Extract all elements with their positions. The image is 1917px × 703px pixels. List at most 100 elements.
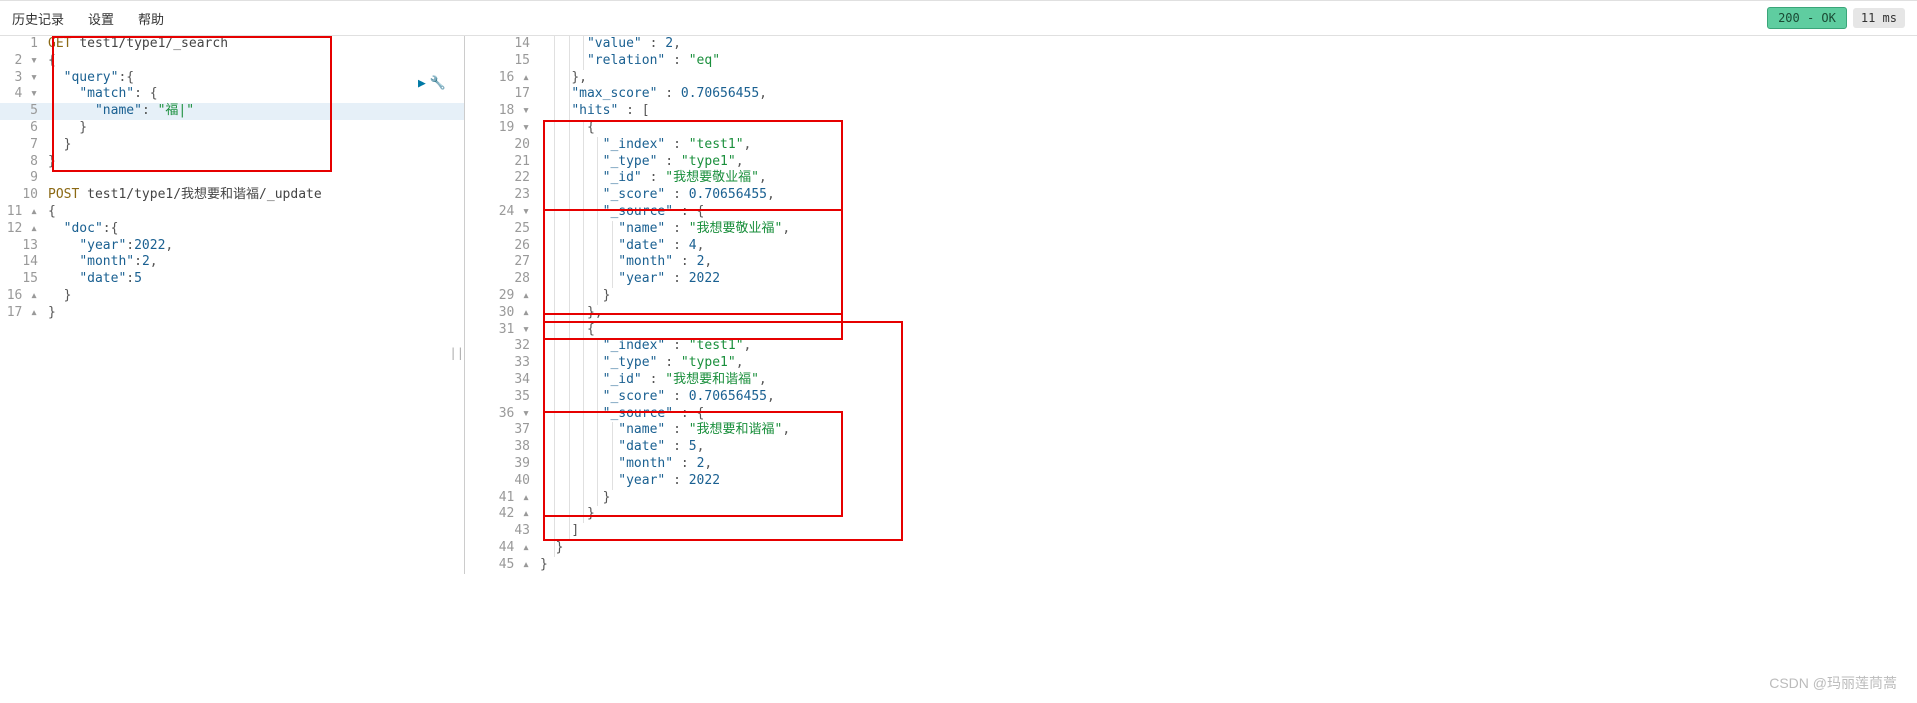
line-number: 3 ▾ bbox=[0, 70, 48, 87]
line-number: 41 ▴ bbox=[465, 490, 540, 507]
code-line[interactable]: 44 ▴ } bbox=[465, 540, 1917, 557]
code-line[interactable]: 36 ▾ "_source" : { bbox=[465, 406, 1917, 423]
line-number: 16 ▴ bbox=[0, 288, 48, 305]
code-line[interactable]: 45 ▴} bbox=[465, 557, 1917, 574]
code-line[interactable]: 17 "max_score" : 0.70656455, bbox=[465, 86, 1917, 103]
line-number: 22 bbox=[465, 170, 540, 187]
code-line[interactable]: 31 ▾ { bbox=[465, 322, 1917, 339]
code-line[interactable]: 32 "_index" : "test1", bbox=[465, 338, 1917, 355]
code-line[interactable]: 3 ▾ "query":{ bbox=[0, 70, 464, 87]
code-line[interactable]: 30 ▴ }, bbox=[465, 305, 1917, 322]
line-number: 43 bbox=[465, 523, 540, 540]
code-line[interactable]: 6 } bbox=[0, 120, 464, 137]
line-number: 38 bbox=[465, 439, 540, 456]
code-line[interactable]: 5 "name": "福|" bbox=[0, 103, 464, 120]
code-line[interactable]: 35 "_score" : 0.70656455, bbox=[465, 389, 1917, 406]
code-line[interactable]: 27 "month" : 2, bbox=[465, 254, 1917, 271]
code-line[interactable]: 40 "year" : 2022 bbox=[465, 473, 1917, 490]
line-number: 7 bbox=[0, 137, 48, 154]
line-number: 40 bbox=[465, 473, 540, 490]
code-line[interactable]: 41 ▴ } bbox=[465, 490, 1917, 507]
line-number: 12 ▴ bbox=[0, 221, 48, 238]
code-line[interactable]: 21 "_type" : "type1", bbox=[465, 154, 1917, 171]
code-line[interactable]: 1GET test1/type1/_search bbox=[0, 36, 464, 53]
line-number: 42 ▴ bbox=[465, 506, 540, 523]
code-line[interactable]: 7 } bbox=[0, 137, 464, 154]
line-number: 35 bbox=[465, 389, 540, 406]
code-line[interactable]: 13 "year":2022, bbox=[0, 238, 464, 255]
code-line[interactable]: 17 ▴} bbox=[0, 305, 464, 322]
line-number: 34 bbox=[465, 372, 540, 389]
code-line[interactable]: 24 ▾ "_source" : { bbox=[465, 204, 1917, 221]
line-number: 24 ▾ bbox=[465, 204, 540, 221]
code-line[interactable]: 34 "_id" : "我想要和谐福", bbox=[465, 372, 1917, 389]
code-line[interactable]: 9 bbox=[0, 170, 464, 187]
menu-help[interactable]: 帮助 bbox=[138, 9, 164, 28]
code-line[interactable]: 43 ] bbox=[465, 523, 1917, 540]
line-number: 16 ▴ bbox=[465, 70, 540, 87]
code-line[interactable]: 2 ▾{ bbox=[0, 53, 464, 70]
code-line[interactable]: 14 "month":2, bbox=[0, 254, 464, 271]
line-number: 15 bbox=[0, 271, 48, 288]
line-number: 4 ▾ bbox=[0, 86, 48, 103]
code-line[interactable]: 25 "name" : "我想要敬业福", bbox=[465, 221, 1917, 238]
timing-badge: 11 ms bbox=[1853, 8, 1905, 28]
line-number: 1 bbox=[0, 36, 48, 53]
header-menu: 历史记录 设置 帮助 bbox=[12, 9, 164, 28]
line-number: 11 ▴ bbox=[0, 204, 48, 221]
line-number: 9 bbox=[0, 170, 48, 187]
code-line[interactable]: 4 ▾ "match": { bbox=[0, 86, 464, 103]
line-number: 17 bbox=[465, 86, 540, 103]
code-line[interactable]: 11 ▴{ bbox=[0, 204, 464, 221]
line-number: 23 bbox=[465, 187, 540, 204]
code-line[interactable]: 26 "date" : 4, bbox=[465, 238, 1917, 255]
line-number: 17 ▴ bbox=[0, 305, 48, 322]
code-line[interactable]: 14 "value" : 2, bbox=[465, 36, 1917, 53]
code-line[interactable]: 39 "month" : 2, bbox=[465, 456, 1917, 473]
line-number: 27 bbox=[465, 254, 540, 271]
line-number: 5 bbox=[0, 103, 48, 120]
code-line[interactable]: 15 "date":5 bbox=[0, 271, 464, 288]
code-line[interactable]: 37 "name" : "我想要和谐福", bbox=[465, 422, 1917, 439]
line-number: 45 ▴ bbox=[465, 557, 540, 574]
code-line[interactable]: 8} bbox=[0, 154, 464, 171]
code-line[interactable]: 19 ▾ { bbox=[465, 120, 1917, 137]
line-number: 44 ▴ bbox=[465, 540, 540, 557]
line-number: 6 bbox=[0, 120, 48, 137]
line-number: 37 bbox=[465, 422, 540, 439]
code-line[interactable]: 42 ▴ } bbox=[465, 506, 1917, 523]
line-number: 30 ▴ bbox=[465, 305, 540, 322]
line-number: 28 bbox=[465, 271, 540, 288]
code-line[interactable]: 22 "_id" : "我想要敬业福", bbox=[465, 170, 1917, 187]
code-line[interactable]: 16 ▴ }, bbox=[465, 70, 1917, 87]
line-number: 15 bbox=[465, 53, 540, 70]
menu-settings[interactable]: 设置 bbox=[88, 9, 114, 28]
code-line[interactable]: 28 "year" : 2022 bbox=[465, 271, 1917, 288]
line-number: 29 ▴ bbox=[465, 288, 540, 305]
code-line[interactable]: 10POST test1/type1/我想要和谐福/_update bbox=[0, 187, 464, 204]
line-number: 21 bbox=[465, 154, 540, 171]
line-number: 14 bbox=[0, 254, 48, 271]
response-viewer[interactable]: 14 "value" : 2,15 "relation" : "eq"16 ▴ … bbox=[465, 36, 1917, 574]
line-number: 33 bbox=[465, 355, 540, 372]
line-number: 2 ▾ bbox=[0, 53, 48, 70]
line-number: 8 bbox=[0, 154, 48, 171]
watermark: CSDN @玛丽莲茼蒿 bbox=[1769, 673, 1897, 693]
header-bar: 历史记录 设置 帮助 200 - OK 11 ms bbox=[0, 1, 1917, 36]
code-line[interactable]: 23 "_score" : 0.70656455, bbox=[465, 187, 1917, 204]
line-number: 10 bbox=[0, 187, 48, 204]
drag-handle-icon[interactable]: || bbox=[450, 346, 464, 360]
code-line[interactable]: 33 "_type" : "type1", bbox=[465, 355, 1917, 372]
code-line[interactable]: 20 "_index" : "test1", bbox=[465, 137, 1917, 154]
code-line[interactable]: 12 ▴ "doc":{ bbox=[0, 221, 464, 238]
line-number: 36 ▾ bbox=[465, 406, 540, 423]
code-line[interactable]: 38 "date" : 5, bbox=[465, 439, 1917, 456]
code-line[interactable]: 16 ▴ } bbox=[0, 288, 464, 305]
line-number: 31 ▾ bbox=[465, 322, 540, 339]
code-line[interactable]: 15 "relation" : "eq" bbox=[465, 53, 1917, 70]
line-number: 32 bbox=[465, 338, 540, 355]
code-line[interactable]: 18 ▾ "hits" : [ bbox=[465, 103, 1917, 120]
code-line[interactable]: 29 ▴ } bbox=[465, 288, 1917, 305]
request-editor[interactable]: ▶ 🔧 1GET test1/type1/_search2 ▾{3 ▾ "que… bbox=[0, 36, 465, 574]
menu-history[interactable]: 历史记录 bbox=[12, 9, 64, 28]
